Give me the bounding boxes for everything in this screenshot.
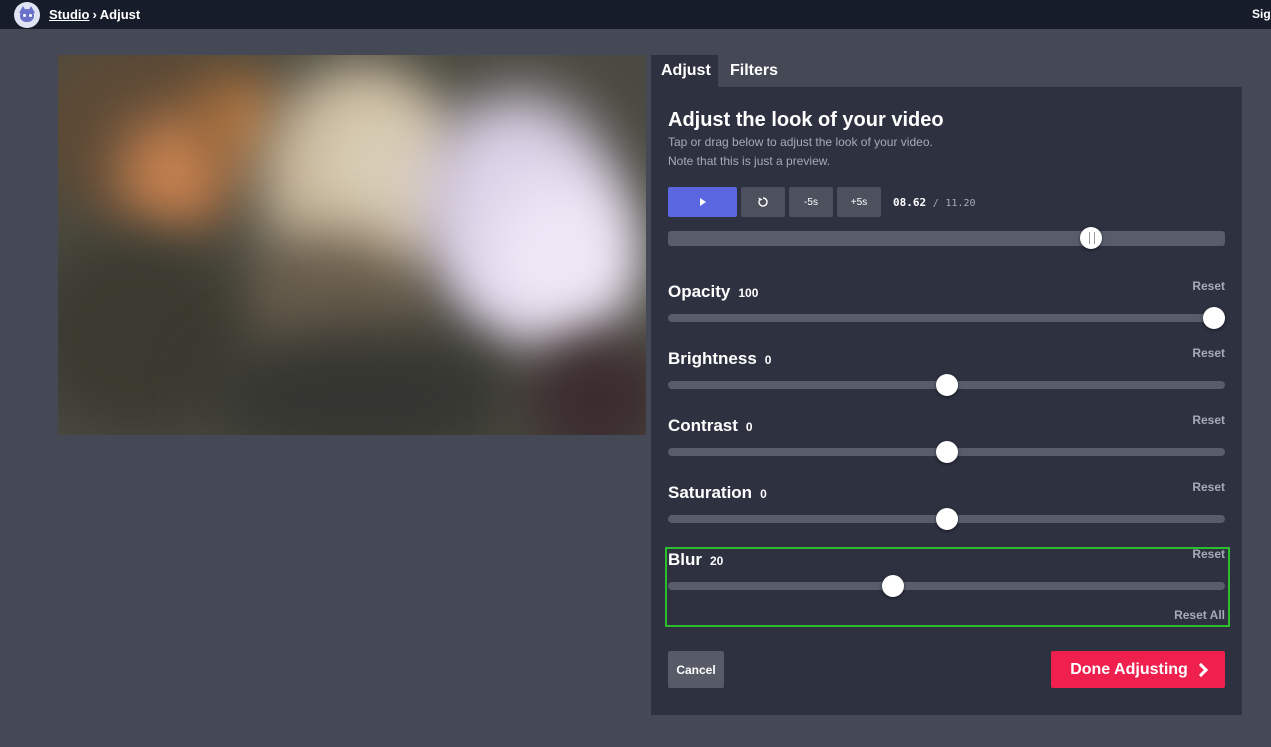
cancel-button[interactable]: Cancel [668,651,724,688]
play-icon [699,198,706,206]
sign-in-link[interactable]: Sign In [1252,7,1271,21]
breadcrumb-separator: › [92,7,97,22]
contrast-reset-button[interactable]: Reset [1192,413,1225,427]
saturation-slider-handle[interactable] [935,508,958,530]
blur-value: 20 [710,554,724,568]
done-adjusting-label: Done Adjusting [1070,660,1188,678]
saturation-label: Saturation 0 [668,483,767,502]
done-adjusting-button[interactable]: Done Adjusting [1051,651,1225,688]
brightness-slider-handle[interactable] [935,374,958,396]
tab-filters[interactable]: Filters [720,55,788,87]
blur-reset-button[interactable]: Reset [1192,547,1225,561]
contrast-slider-handle[interactable] [935,441,958,463]
tab-adjust[interactable]: Adjust [651,55,718,87]
brightness-slider-track[interactable] [668,374,1225,396]
chevron-right-icon [1193,662,1208,677]
blur-label: Blur 20 [668,550,724,569]
video-timeline-track[interactable] [668,227,1225,249]
brightness-reset-button[interactable]: Reset [1192,346,1225,360]
saturation-value: 0 [760,487,767,501]
contrast-label: Contrast 0 [668,416,753,435]
panel-subtitle: Tap or drag below to adjust the look of … [668,135,933,149]
brightness-value: 0 [764,353,772,367]
breadcrumb-current: Adjust [99,7,141,22]
contrast-slider-track[interactable] [668,441,1225,463]
contrast-value: 0 [745,420,753,434]
top-bar: Studio›Adjust Sign In [0,0,1271,29]
brightness-label: Brightness 0 [668,349,772,368]
forward-5s-button[interactable]: +5s [837,187,881,217]
opacity-slider-track[interactable] [668,307,1225,329]
time-separator: / [932,198,939,209]
restart-icon [758,197,768,207]
restart-button[interactable] [741,187,785,217]
adjust-panel: Adjust the look of your video Tap or dra… [651,87,1242,715]
blur-slider-handle[interactable] [882,575,904,597]
panel-title: Adjust the look of your video [668,109,944,131]
reset-all-button[interactable]: Reset All [1174,608,1225,622]
opacity-value: 100 [738,286,759,300]
timeline-handle[interactable] [1079,227,1102,249]
opacity-label: Opacity 100 [668,282,759,301]
rewind-5s-button[interactable]: -5s [789,187,833,217]
play-button[interactable] [668,187,737,217]
opacity-reset-button[interactable]: Reset [1192,279,1225,293]
panel-note: Note that this is just a preview. [668,154,831,168]
time-display: 08.62 / 11.20 [893,196,976,209]
blur-slider-track[interactable] [668,575,1225,597]
saturation-reset-button[interactable]: Reset [1192,480,1225,494]
app-logo-icon[interactable] [14,2,40,28]
opacity-slider-handle[interactable] [1203,307,1225,329]
breadcrumb-studio-link[interactable]: Studio [49,7,89,22]
breadcrumb: Studio › Adjust [49,7,140,22]
total-time: 11.20 [945,198,976,209]
video-preview [58,55,646,435]
current-time: 08.62 [893,196,927,209]
saturation-slider-track[interactable] [668,508,1225,530]
